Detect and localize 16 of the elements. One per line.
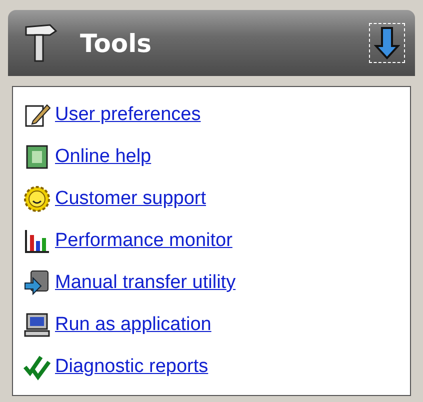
hammer-icon [24,23,58,63]
tool-link[interactable]: Manual transfer utility [55,272,236,294]
tool-link[interactable]: Diagnostic reports [55,356,208,378]
computer-icon [23,311,51,339]
tool-link[interactable]: Customer support [55,188,206,210]
tool-link[interactable]: Online help [55,146,152,168]
checkmarks-icon [23,353,51,381]
smiley-icon [23,185,51,213]
tool-link[interactable]: User preferences [55,104,201,126]
tool-link[interactable]: Performance monitor [55,230,232,252]
down-arrow-icon [374,26,400,60]
collapse-button[interactable] [369,23,405,63]
transfer-icon [23,269,51,297]
tool-link[interactable]: Run as application [55,314,212,336]
bar-chart-icon [23,227,51,255]
panel-title: Tools [80,28,153,58]
